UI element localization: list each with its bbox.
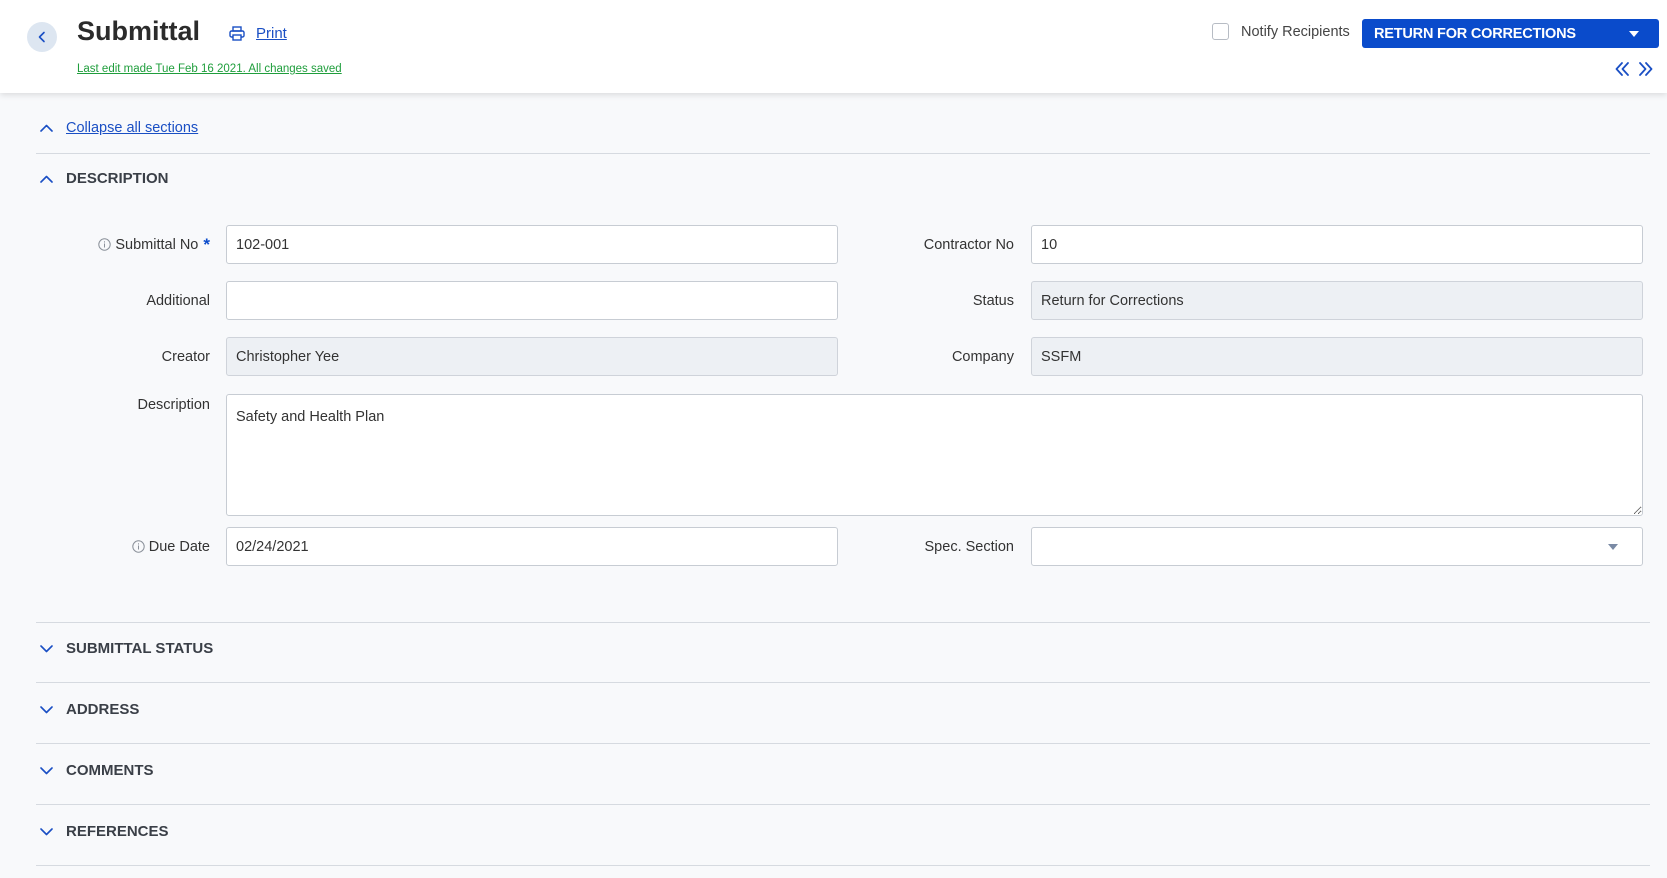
submittal-no-input[interactable] <box>226 225 838 264</box>
double-chevron-left-icon <box>1615 62 1629 76</box>
section-header-submittal-status[interactable]: SUBMITTAL STATUS <box>40 640 213 657</box>
notify-recipients-checkbox[interactable] <box>1212 23 1229 40</box>
divider <box>36 865 1650 866</box>
section-title: COMMENTS <box>66 762 154 779</box>
creator-field <box>226 337 838 376</box>
section-header-comments[interactable]: COMMENTS <box>40 762 154 779</box>
section-header-references[interactable]: REFERENCES <box>40 823 169 840</box>
notify-recipients: Notify Recipients <box>1212 23 1350 40</box>
description-label: Description <box>137 397 210 413</box>
notify-recipients-label: Notify Recipients <box>1241 23 1350 40</box>
printer-icon <box>229 26 245 41</box>
caret-down-icon <box>1629 30 1639 37</box>
company-label: Company <box>951 348 1014 365</box>
page-header: Submittal Print Last edit made Tue Feb 1… <box>0 0 1667 93</box>
divider <box>36 622 1650 623</box>
contractor-no-label: Contractor No <box>923 236 1014 253</box>
section-title: DESCRIPTION <box>66 170 169 187</box>
divider <box>36 804 1650 805</box>
back-button[interactable] <box>27 22 57 52</box>
info-icon[interactable] <box>98 238 112 251</box>
chevron-down-icon <box>40 705 53 713</box>
additional-label: Additional <box>146 292 210 309</box>
chevron-down-icon <box>40 644 53 652</box>
next-record-button[interactable] <box>1638 62 1654 76</box>
chevron-up-icon <box>40 124 53 132</box>
section-title: ADDRESS <box>66 701 140 718</box>
spec-section-label: Spec. Section <box>924 538 1014 555</box>
double-chevron-right-icon <box>1639 62 1653 76</box>
divider <box>36 743 1650 744</box>
record-navigation <box>1614 62 1654 76</box>
status-label: Status <box>972 292 1014 309</box>
page-title: Submittal <box>77 16 201 46</box>
chevron-down-icon <box>40 827 53 835</box>
required-asterisk: * <box>203 234 210 254</box>
collapse-all-label: Collapse all sections <box>66 120 199 136</box>
due-date-label: Due Date <box>36 527 210 566</box>
additional-input[interactable] <box>226 281 838 320</box>
info-icon[interactable] <box>132 540 145 553</box>
chevron-left-icon <box>38 31 45 43</box>
divider <box>36 682 1650 683</box>
section-title: SUBMITTAL STATUS <box>66 640 214 657</box>
print-label: Print <box>256 25 287 42</box>
status-action-dropdown[interactable]: RETURN FOR CORRECTIONS <box>1362 19 1659 48</box>
section-header-description[interactable]: DESCRIPTION <box>40 170 169 187</box>
contractor-no-input[interactable] <box>1031 225 1643 264</box>
company-field <box>1031 337 1643 376</box>
status-action-label: RETURN FOR CORRECTIONS <box>1374 25 1576 42</box>
creator-label: Creator <box>161 348 210 365</box>
last-edit-status[interactable]: Last edit made Tue Feb 16 2021. All chan… <box>77 63 342 75</box>
description-textarea[interactable]: Safety and Health Plan <box>226 394 1643 516</box>
chevron-up-icon <box>40 175 53 183</box>
previous-record-button[interactable] <box>1614 62 1630 76</box>
chevron-down-icon <box>40 766 53 774</box>
print-link[interactable]: Print <box>229 25 287 42</box>
submittal-no-label: Submittal No * <box>36 225 210 264</box>
spec-section-select[interactable] <box>1031 527 1643 566</box>
section-title: REFERENCES <box>66 823 169 840</box>
divider <box>36 153 1650 154</box>
caret-down-icon <box>1608 543 1618 550</box>
due-date-input[interactable] <box>226 527 838 566</box>
collapse-all-sections-link[interactable]: Collapse all sections <box>40 120 198 136</box>
status-field <box>1031 281 1643 320</box>
section-header-address[interactable]: ADDRESS <box>40 701 139 718</box>
